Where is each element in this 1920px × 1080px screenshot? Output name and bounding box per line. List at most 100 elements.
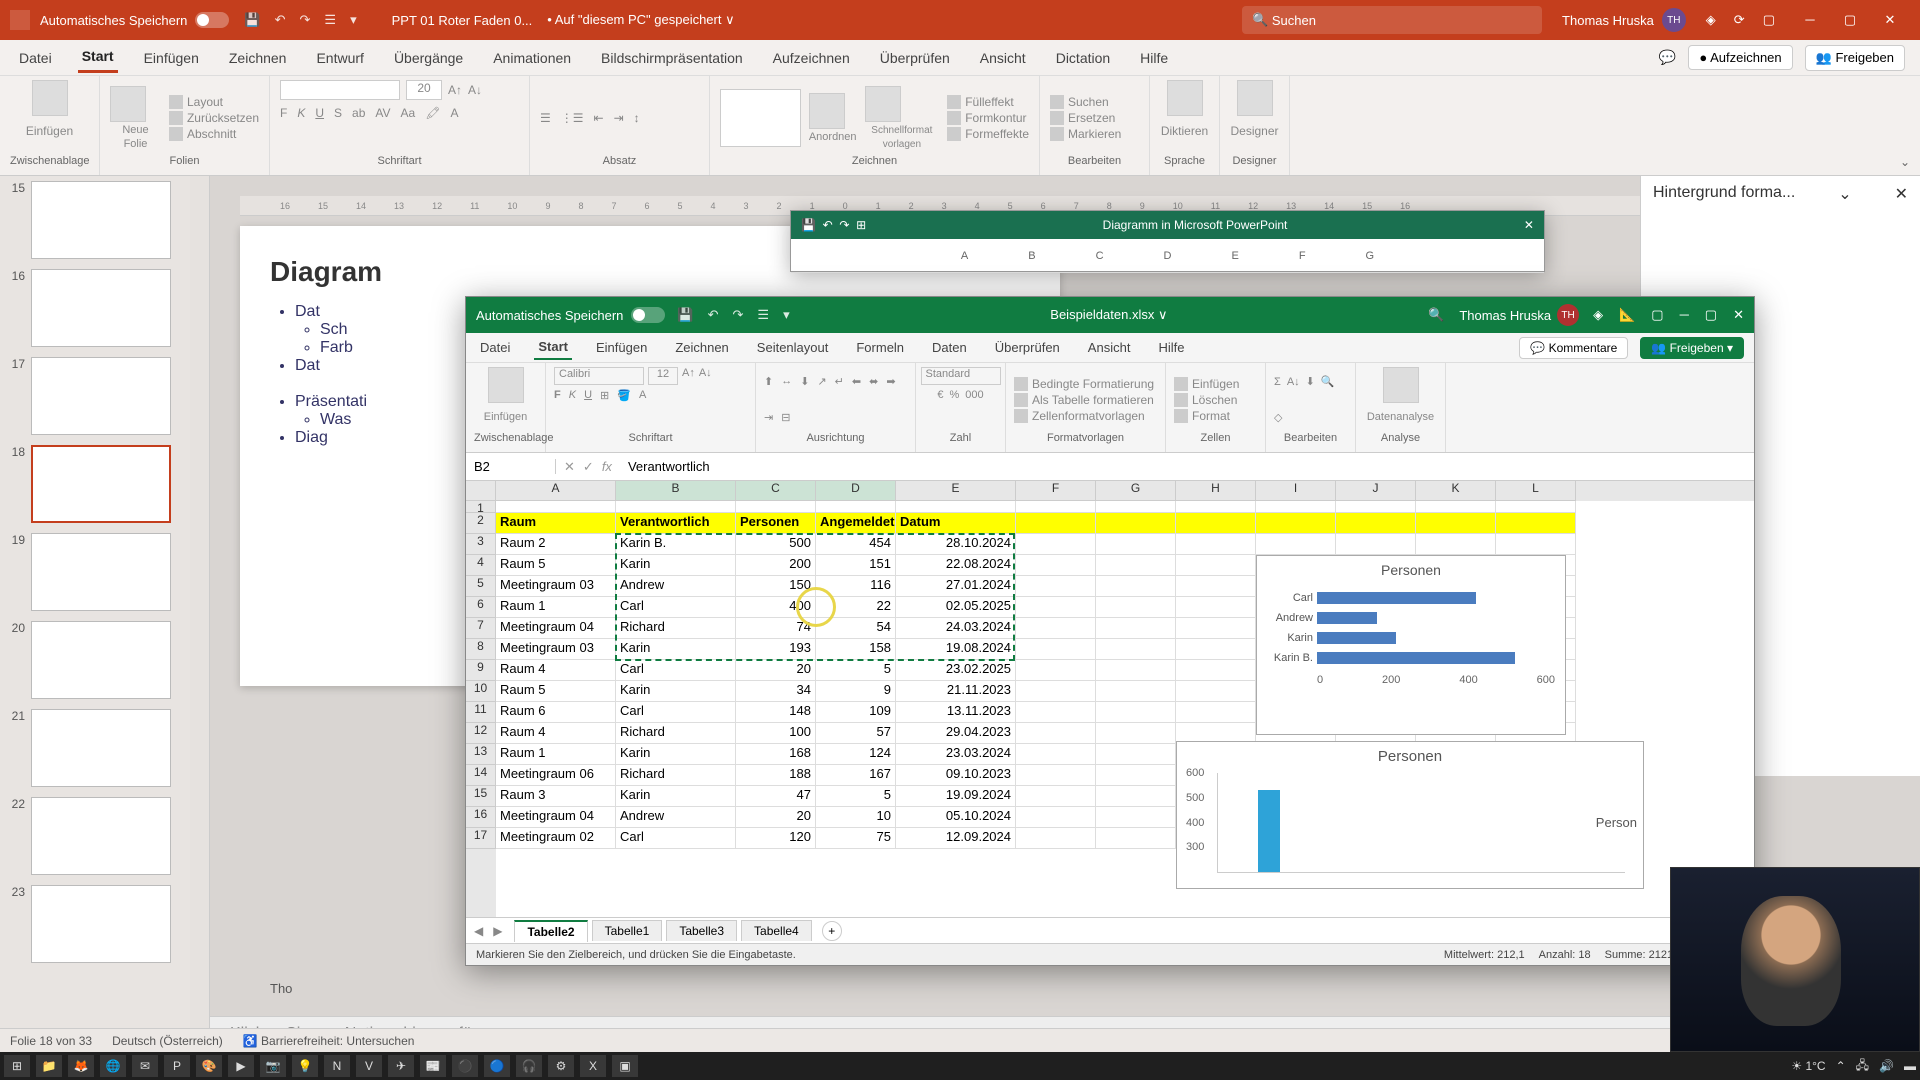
excel-window[interactable]: Automatisches Speichern 💾 ↶ ↷ ☰ ▾ Beispi… [465,296,1755,966]
network-icon[interactable]: 🖧 [1856,1056,1869,1077]
cell-styles-button[interactable]: Zellenformatvorlagen [1014,409,1154,423]
redo-icon[interactable]: ↷ [300,12,311,28]
tab-hilfe[interactable]: Hilfe [1136,44,1172,72]
arrange-icon[interactable] [809,93,845,129]
shadow-icon[interactable]: ab [352,106,365,120]
col-A[interactable]: A [496,481,616,501]
user-account[interactable]: Thomas Hruska TH [1562,8,1686,32]
insert-cells-button[interactable]: Einfügen [1174,377,1239,391]
collapse-ribbon-icon[interactable]: ⌄ [1900,155,1910,169]
paste-icon[interactable] [32,80,68,116]
tab-seitenlayout[interactable]: Seitenlayout [753,336,833,359]
sheet-tab-tabelle3[interactable]: Tabelle3 [666,920,737,941]
align-top-icon[interactable]: ⬆ [764,375,773,388]
toggle-icon[interactable] [631,307,665,323]
col-I[interactable]: I [1256,481,1336,501]
align-left-icon[interactable]: ⬅ [852,375,861,388]
app-icon-7[interactable]: 🎧 [516,1055,542,1077]
tab-bildschirm[interactable]: Bildschirmpräsentation [597,44,747,72]
save-location[interactable]: • Auf "diesem PC" gespeichert ∨ [547,12,734,28]
save-icon[interactable]: 💾 [677,307,693,323]
maximize-button[interactable]: ▢ [1830,12,1870,28]
save-icon[interactable]: 💾 [244,12,260,28]
grow-font-icon[interactable]: A↑ [448,83,462,97]
settings-icon[interactable]: ⚙ [548,1055,574,1077]
align-right-icon[interactable]: ➡ [886,375,895,388]
weather-widget[interactable]: ☀ 1°C [1791,1059,1825,1073]
start-icon[interactable]: ⊞ [4,1055,30,1077]
outlook-icon[interactable]: ✉ [132,1055,158,1077]
sheet-tab-tabelle4[interactable]: Tabelle4 [741,920,812,941]
powerpoint-icon[interactable]: P [164,1055,190,1077]
onenote-icon[interactable]: N [324,1055,350,1077]
chart-data-window[interactable]: 💾 ↶ ↷ ⊞ Diagramm in Microsoft PowerPoint… [790,210,1545,272]
undo-icon[interactable]: ↶ [275,12,286,28]
bold-icon[interactable]: F [280,106,287,120]
telegram-icon[interactable]: ✈ [388,1055,414,1077]
select-button[interactable]: Markieren [1050,127,1121,141]
tab-start[interactable]: Start [78,42,118,73]
sheet-tab-tabelle2[interactable]: Tabelle2 [514,920,587,942]
clear-icon[interactable]: ◇ [1274,411,1282,424]
currency-icon[interactable]: € [937,389,943,401]
excel-filename[interactable]: Beispieldaten.xlsx ∨ [1050,307,1167,323]
indent-icon[interactable]: ⇥ [764,411,773,424]
tab-hilfe[interactable]: Hilfe [1154,336,1188,359]
tab-datei[interactable]: Datei [15,44,56,72]
diamond-icon[interactable]: ◈ [1593,307,1603,323]
sheet-tab-tabelle1[interactable]: Tabelle1 [592,920,663,941]
firefox-icon[interactable]: 🦊 [68,1055,94,1077]
column-headers[interactable]: A B C D E F G H I J K L [466,481,1754,501]
obs-icon[interactable]: ⚫ [452,1055,478,1077]
minimize-button[interactable]: ─ [1790,12,1830,28]
underline-icon[interactable]: U [584,389,592,402]
vlc-icon[interactable]: ▶ [228,1055,254,1077]
redo-icon[interactable]: ↷ [733,307,744,323]
grow-font-icon[interactable]: A↑ [682,367,695,385]
tab-daten[interactable]: Daten [928,336,971,359]
slide-thumb-20[interactable]: 20 [5,621,185,699]
shape-fill-button[interactable]: Fülleffekt [947,95,1029,109]
fill-color-icon[interactable]: 🪣 [617,389,631,402]
fill-icon[interactable]: ⬇ [1306,375,1315,388]
autosum-icon[interactable]: Σ [1274,376,1281,388]
percent-icon[interactable]: % [949,389,959,401]
col-E[interactable]: E [896,481,1016,501]
italic-icon[interactable]: K [297,106,305,120]
numbers-icon[interactable]: ⋮☰ [561,111,584,125]
autosave-toggle[interactable]: Automatisches Speichern [40,12,229,28]
col-K[interactable]: K [1416,481,1496,501]
indent-more-icon[interactable]: ⇥ [614,111,624,125]
tab-zeichnen[interactable]: Zeichnen [671,336,732,359]
name-box[interactable]: B2 [466,459,556,474]
shrink-font-icon[interactable]: A↓ [468,83,482,97]
slide-thumb-18[interactable]: 18 [5,445,185,523]
slide-thumb-21[interactable]: 21 [5,709,185,787]
undo-icon[interactable]: ↶ [823,218,833,232]
embedded-column-chart[interactable]: Personen 600 500 400 300 Person [1176,741,1644,889]
find-icon[interactable]: 🔍 [1321,375,1335,388]
minimize-button[interactable]: ─ [1680,307,1689,323]
col-B[interactable]: B [616,481,736,501]
touch-icon[interactable]: ☰ [757,307,769,323]
close-button[interactable]: ✕ [1870,12,1910,28]
number-format-select[interactable]: Standard [921,367,1001,385]
chevron-down-icon[interactable]: ⌄ [1838,184,1851,204]
tab-ueberpruefen[interactable]: Überprüfen [991,336,1064,359]
grid-icon[interactable]: ⊞ [856,218,866,232]
new-slide-icon[interactable] [110,86,146,122]
col-D[interactable]: D [816,481,896,501]
designer-icon[interactable] [1237,80,1273,116]
share-button[interactable]: 👥 Freigeben ▾ [1640,337,1744,359]
system-tray[interactable]: ☀ 1°C ⌃ 🖧 🔊 ▬ [1791,1056,1916,1077]
indent-less-icon[interactable]: ⇤ [594,111,604,125]
slide-thumbnail-panel[interactable]: 15 16 17 18 19 20 21 22 23 [0,176,190,1056]
app-icon-4[interactable]: V [356,1055,382,1077]
tab-einfuegen[interactable]: Einfügen [140,44,203,72]
add-sheet-button[interactable]: + [822,921,842,941]
find-button[interactable]: Suchen [1050,95,1121,109]
comments-button[interactable]: 💬 Kommentare [1519,337,1628,359]
font-color-icon[interactable]: A [450,106,458,120]
app-icon-3[interactable]: 💡 [292,1055,318,1077]
windows-taskbar[interactable]: ⊞ 📁 🦊 🌐 ✉ P 🎨 ▶ 📷 💡 N V ✈ 📰 ⚫ 🔵 🎧 ⚙ X ▣ … [0,1052,1920,1080]
